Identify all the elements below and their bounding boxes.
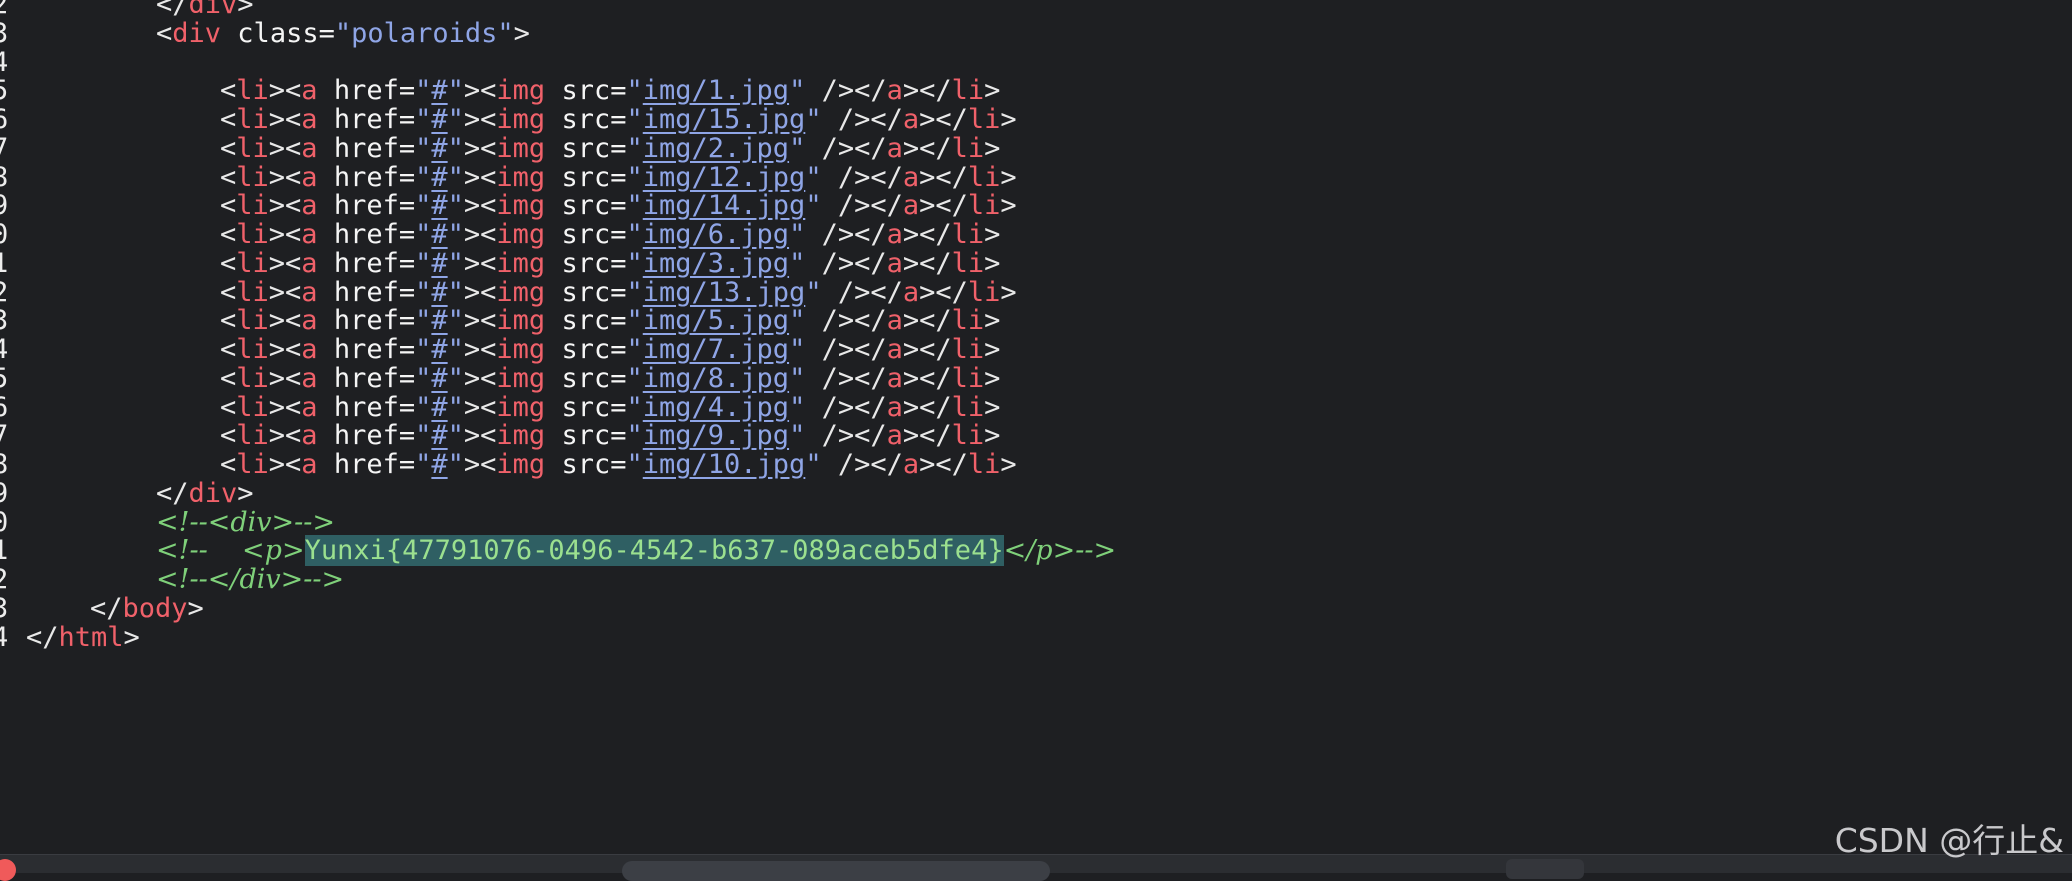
code-token: a (301, 449, 318, 480)
code-token: href= (317, 449, 416, 480)
code-token: > (123, 621, 140, 653)
code-token: " (447, 449, 464, 480)
code-line[interactable]: <li><a href="#"><img src="img/10.jpg" />… (220, 446, 1017, 484)
code-token: > (187, 592, 204, 624)
selected-text: Yunxi{47791076-0496-4542-b637-089aceb5df… (304, 535, 1004, 567)
code-token: a (902, 449, 920, 480)
code-token[interactable]: img/10.jpg (643, 449, 806, 480)
error-indicator-icon[interactable] (0, 859, 16, 881)
bottom-toolbar (0, 854, 2072, 881)
code-token: </ (26, 621, 59, 653)
code-token: " (805, 449, 822, 480)
code-token: > (1000, 104, 1017, 135)
code-token: div (172, 17, 222, 49)
code-token: > (1000, 276, 1017, 308)
line-number: 4 (0, 621, 9, 653)
scrollbar-thumb[interactable] (622, 861, 1050, 881)
code-editor[interactable]: 23456789012345678901234 </div> <div class… (0, 0, 2072, 854)
toolbar-button[interactable] (1506, 859, 1584, 879)
code-token: src= (545, 449, 627, 480)
code-token: ></ (919, 449, 968, 480)
code-token: img (496, 449, 546, 480)
code-token: "polaroids" (334, 17, 514, 49)
watermark: CSDN @行止& (1834, 821, 2064, 860)
code-token: > (1000, 190, 1017, 222)
code-token: " (415, 449, 432, 480)
code-token: >< (268, 449, 302, 480)
code-token: >< (463, 449, 497, 480)
code-token: class= (221, 17, 335, 49)
code-token: </p>--> (1003, 535, 1117, 567)
code-token: html (58, 621, 124, 653)
code-line[interactable]: </html> (26, 619, 140, 657)
code-token: > (513, 17, 530, 49)
code-token[interactable]: # (431, 449, 447, 480)
code-token: > (1000, 449, 1017, 480)
code-token: li (967, 449, 1001, 480)
line-number-gutter: 23456789012345678901234 (0, 0, 20, 854)
code-token: " (626, 449, 643, 480)
code-line[interactable]: <div class="polaroids"> (156, 15, 530, 53)
code-token: < (156, 17, 173, 49)
code-token: /></ (821, 449, 903, 480)
